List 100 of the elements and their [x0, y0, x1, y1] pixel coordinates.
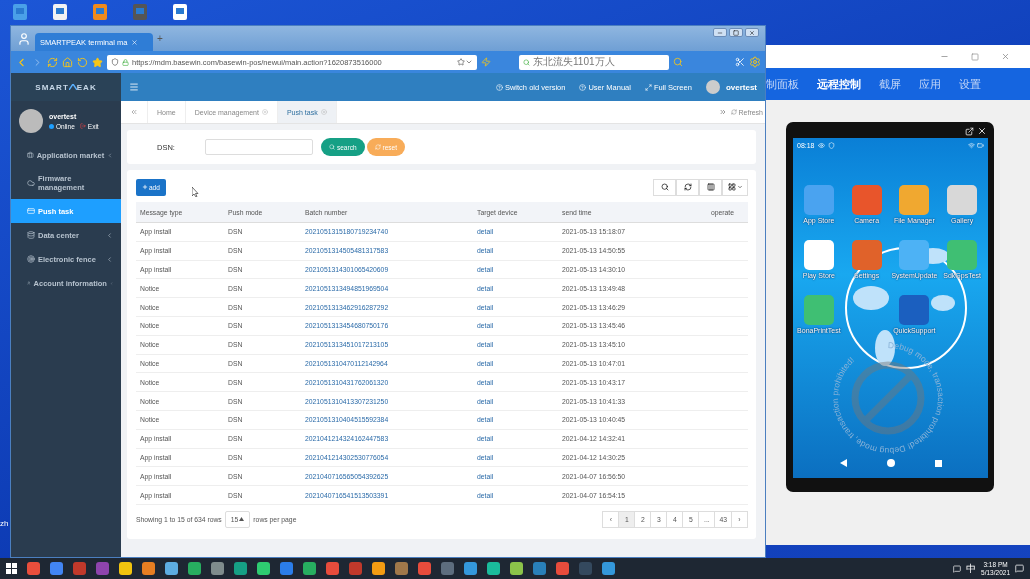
refresh-button[interactable]: [676, 178, 699, 196]
nav-tab[interactable]: 制面板: [766, 76, 799, 92]
search-icon: [660, 183, 669, 191]
menu-item-icon: [27, 179, 35, 187]
menu-item-icon: [27, 231, 35, 239]
nav-tab[interactable]: 远程控制: [817, 76, 861, 92]
wifi-icon: [968, 141, 975, 149]
scissors-icon[interactable]: [735, 57, 745, 67]
taskbar-app-icon[interactable]: [257, 562, 270, 575]
reload-icon[interactable]: [47, 56, 58, 68]
refresh-icon: [374, 144, 381, 150]
avatar: [19, 109, 43, 133]
start-icon[interactable]: [6, 563, 17, 574]
logout-icon: [79, 123, 86, 129]
dsn-input[interactable]: [205, 139, 313, 155]
dropdown-icon[interactable]: [465, 58, 473, 66]
app-icon[interactable]: [803, 240, 834, 270]
taskbar-app-icon[interactable]: [556, 562, 569, 575]
maximize-icon[interactable]: [971, 52, 979, 61]
back-icon[interactable]: [839, 459, 847, 467]
menu-item-icon: [27, 255, 35, 263]
undo-icon[interactable]: [77, 56, 88, 68]
logo: SMART EAK: [11, 73, 121, 101]
tray-icon[interactable]: [953, 564, 962, 573]
search-text: 东北流失1101万人: [533, 55, 615, 69]
taskbar-app-icon[interactable]: [234, 562, 247, 575]
taskbar-app-icon[interactable]: [487, 562, 500, 575]
close-button[interactable]: [745, 28, 759, 37]
search-icon: [523, 58, 530, 66]
nav-tab[interactable]: 设置: [959, 76, 981, 92]
minimize-button[interactable]: [713, 28, 727, 37]
menu-item-icon: [27, 151, 34, 159]
battery-icon: [977, 141, 984, 149]
search-icon[interactable]: [673, 57, 683, 67]
shield-icon: [111, 58, 119, 66]
columns-icon: [706, 183, 715, 191]
bookmark-icon[interactable]: [457, 58, 465, 66]
nav-tab[interactable]: 截屏: [879, 76, 901, 92]
caret-icon: [239, 517, 245, 522]
desktop-shortcut-icon[interactable]: [50, 2, 70, 22]
taskbar-app-icon[interactable]: [96, 562, 109, 575]
close-icon[interactable]: [977, 126, 987, 136]
taskbar-app-icon[interactable]: [142, 562, 155, 575]
app-icon[interactable]: [947, 185, 978, 215]
export-button[interactable]: [722, 178, 748, 196]
desktop-text: zh: [0, 519, 9, 528]
taskbar-app-icon[interactable]: [602, 562, 615, 575]
input-method[interactable]: 中: [966, 561, 977, 576]
restore-icon: [733, 29, 739, 36]
taskbar-app-icon[interactable]: [395, 562, 408, 575]
taskbar-app-icon[interactable]: [165, 562, 178, 575]
lightning-icon[interactable]: [481, 57, 491, 67]
settings-icon[interactable]: [749, 56, 761, 68]
favorites-icon[interactable]: [92, 56, 103, 68]
taskbar-app-icon[interactable]: [418, 562, 431, 575]
menu-icon[interactable]: [129, 82, 139, 92]
taskbar-app-icon[interactable]: [326, 562, 339, 575]
taskbar-app-icon[interactable]: [73, 562, 86, 575]
cursor-icon: [191, 187, 199, 197]
popout-icon[interactable]: [965, 126, 974, 136]
taskbar-app-icon[interactable]: [27, 562, 40, 575]
taskbar-app-icon[interactable]: [280, 562, 293, 575]
profile-icon[interactable]: [17, 31, 31, 46]
search-field[interactable]: 东北流失1101万人: [519, 54, 669, 70]
app-icon[interactable]: [899, 185, 930, 215]
taskbar-app-icon[interactable]: [349, 562, 362, 575]
taskbar-app-icon[interactable]: [441, 562, 454, 575]
caret-icon: [736, 184, 743, 190]
restore-button[interactable]: [729, 28, 743, 37]
taskbar-app-icon[interactable]: [119, 562, 132, 575]
fullscreen-icon: [644, 83, 652, 91]
scroll-right-icon[interactable]: [719, 108, 728, 116]
notification-icon[interactable]: [1015, 564, 1024, 573]
taskbar-app-icon[interactable]: [188, 562, 201, 575]
taskbar-app-icon[interactable]: [211, 562, 224, 575]
eye-icon: [817, 141, 825, 149]
taskbar-app-icon[interactable]: [464, 562, 477, 575]
refresh-icon: [683, 183, 692, 191]
nav-tab[interactable]: 应用: [919, 76, 941, 92]
columns-button[interactable]: [699, 178, 722, 196]
menu-item-icon: [27, 207, 35, 215]
taskbar-app-icon[interactable]: [303, 562, 316, 575]
lock-icon: [122, 58, 129, 66]
shield-icon: [827, 141, 835, 149]
user-menu[interactable]: overtest: [705, 80, 757, 94]
desktop-shortcut-icon[interactable]: [170, 2, 190, 22]
taskbar-app-icon[interactable]: [510, 562, 523, 575]
taskbar-app-icon[interactable]: [533, 562, 546, 575]
close-icon: [749, 29, 755, 36]
taskbar-app-icon[interactable]: [372, 562, 385, 575]
double-chevron-icon: [130, 108, 138, 116]
home-icon[interactable]: [886, 459, 895, 467]
home-icon[interactable]: [62, 56, 73, 68]
grid-icon: [727, 183, 736, 191]
refresh-icon: [731, 109, 738, 115]
app-icon[interactable]: [899, 295, 930, 325]
app-icon[interactable]: [851, 240, 882, 270]
taskbar-app-icon[interactable]: [50, 562, 63, 575]
recents-icon[interactable]: [934, 459, 942, 467]
search-button[interactable]: [653, 178, 676, 196]
